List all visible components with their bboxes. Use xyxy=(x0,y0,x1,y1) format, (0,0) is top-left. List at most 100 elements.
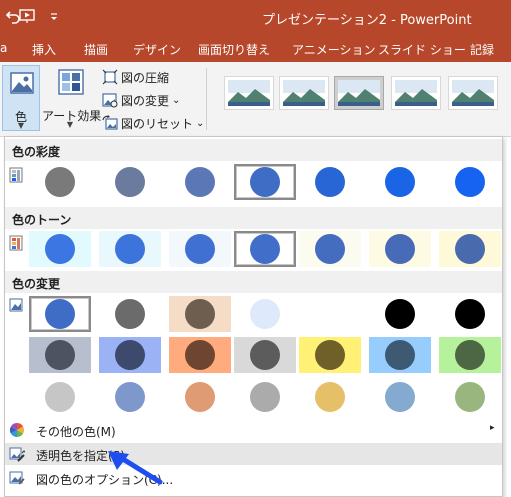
picture-style-thumbnail-selected[interactable] xyxy=(334,76,384,110)
tone-swatch[interactable] xyxy=(29,231,91,267)
swatch-color-circle xyxy=(315,299,345,329)
swatch-color-circle xyxy=(250,167,280,197)
ribbon: 色 ▼ アート効果 ▼ 図の圧縮 図の変更 ⌄ 図のリセット ⌄ xyxy=(0,62,511,137)
recolor-swatch[interactable] xyxy=(29,379,91,415)
swatch-color-circle xyxy=(45,234,75,264)
recolor-swatch[interactable] xyxy=(299,296,361,332)
picture-color-options-icon xyxy=(9,471,25,485)
ribbon-tabs: a 挿入 描画 デザイン 画面切り替え アニメーション スライド ショー 記録 xyxy=(0,34,511,62)
compress-pictures-button[interactable]: 図の圧縮 xyxy=(102,67,169,87)
recolor-swatch[interactable] xyxy=(169,379,231,415)
swatch-color-circle xyxy=(315,382,345,412)
swatch-color-circle xyxy=(315,340,345,370)
swatch-color-circle xyxy=(185,167,215,197)
chevron-down-icon: ▼ xyxy=(66,120,74,129)
recolor-swatch[interactable] xyxy=(169,296,231,332)
recolor-swatch[interactable] xyxy=(99,296,161,332)
tone-swatch[interactable] xyxy=(439,231,501,267)
saturation-swatch[interactable] xyxy=(99,164,161,200)
tab-insert[interactable]: 挿入 xyxy=(32,41,56,58)
color-dropdown-menu: 色の彩度 色のトーン 色の変更 その他の色(M) ▸ 透明色を指定(S) 図の色… xyxy=(4,136,503,497)
saturation-swatch[interactable] xyxy=(369,164,431,200)
saturation-swatch[interactable] xyxy=(234,164,296,200)
submenu-arrow-icon: ▸ xyxy=(490,423,495,433)
tab-transitions[interactable]: 画面切り替え xyxy=(198,41,270,58)
compress-pictures-icon xyxy=(102,69,118,85)
compress-pictures-label: 図の圧縮 xyxy=(121,70,170,85)
recolor-swatch[interactable] xyxy=(99,379,161,415)
set-transparent-color-menu-item[interactable]: 透明色を指定(S) xyxy=(5,443,502,465)
recolor-swatch[interactable] xyxy=(439,296,501,332)
saturation-swatch[interactable] xyxy=(439,164,501,200)
landscape-picture-icon xyxy=(452,80,494,106)
picture-style-thumbnail[interactable] xyxy=(391,76,441,110)
saturation-swatch[interactable] xyxy=(169,164,231,200)
swatch-color-circle xyxy=(115,340,145,370)
chevron-down-icon: ▼ xyxy=(17,121,25,130)
swatch-color-circle xyxy=(45,382,75,412)
tone-swatch[interactable] xyxy=(169,231,231,267)
swatch-color-circle xyxy=(315,167,345,197)
ribbon-separator xyxy=(206,68,207,130)
recolor-swatch[interactable] xyxy=(369,337,431,373)
tab-record[interactable]: 記録 xyxy=(470,41,494,58)
swatch-color-circle xyxy=(45,299,75,329)
swatch-color-circle xyxy=(455,234,485,264)
swatch-color-circle xyxy=(455,299,485,329)
swatch-color-circle xyxy=(250,299,280,329)
tab-file-partial[interactable]: a xyxy=(0,41,7,55)
section-header-recolor: 色の変更 xyxy=(5,271,502,293)
picture-style-thumbnail[interactable] xyxy=(224,76,274,110)
recolor-swatch[interactable] xyxy=(369,296,431,332)
recolor-swatch[interactable] xyxy=(29,296,91,332)
recolor-swatch[interactable] xyxy=(234,296,296,332)
color-saturation-icon xyxy=(9,167,23,183)
recolor-swatch[interactable] xyxy=(369,379,431,415)
swatch-color-circle xyxy=(455,382,485,412)
reset-picture-icon xyxy=(102,115,118,130)
title-bar: プレゼンテーション2 - PowerPoint xyxy=(0,0,511,34)
recolor-swatch[interactable] xyxy=(439,337,501,373)
reset-picture-button[interactable]: 図のリセット ⌄ xyxy=(102,113,204,133)
tone-swatch[interactable] xyxy=(369,231,431,267)
customize-qat-icon[interactable] xyxy=(49,8,59,24)
artistic-effects-button[interactable]: アート効果 ▼ xyxy=(42,65,101,131)
swatch-color-circle xyxy=(250,234,280,264)
start-slideshow-icon[interactable] xyxy=(19,8,35,24)
landscape-picture-icon xyxy=(228,80,270,106)
color-wheel-icon xyxy=(9,422,25,438)
tab-animations[interactable]: アニメーション xyxy=(292,41,376,58)
saturation-swatch[interactable] xyxy=(29,164,91,200)
recolor-swatch[interactable] xyxy=(299,379,361,415)
picture-style-thumbnail[interactable] xyxy=(279,76,329,110)
tone-swatch[interactable] xyxy=(234,231,296,267)
recolor-swatch[interactable] xyxy=(29,337,91,373)
change-picture-button[interactable]: 図の変更 ⌄ xyxy=(102,90,180,110)
swatch-color-circle xyxy=(45,167,75,197)
section-header-tone: 色のトーン xyxy=(5,207,502,229)
recolor-swatch[interactable] xyxy=(169,337,231,373)
tab-draw[interactable]: 描画 xyxy=(84,41,108,58)
tone-swatch[interactable] xyxy=(299,231,361,267)
annotation-arrow-icon xyxy=(108,451,163,485)
swatch-color-circle xyxy=(185,340,215,370)
recolor-swatch[interactable] xyxy=(439,379,501,415)
swatch-color-circle xyxy=(385,299,415,329)
tab-slideshow[interactable]: スライド ショー xyxy=(378,41,466,58)
artistic-effects-icon xyxy=(58,69,84,95)
recolor-swatch[interactable] xyxy=(99,337,161,373)
swatch-color-circle xyxy=(45,340,75,370)
more-colors-menu-item[interactable]: その他の色(M) ▸ xyxy=(5,419,502,441)
recolor-swatch[interactable] xyxy=(234,337,296,373)
swatch-color-circle xyxy=(115,382,145,412)
saturation-swatch[interactable] xyxy=(299,164,361,200)
color-button[interactable]: 色 ▼ xyxy=(2,65,40,131)
landscape-picture-icon xyxy=(395,80,437,106)
recolor-swatch[interactable] xyxy=(299,337,361,373)
picture-style-thumbnail[interactable] xyxy=(448,76,498,110)
recolor-swatch[interactable] xyxy=(234,379,296,415)
picture-color-options-menu-item[interactable]: 図の色のオプション(C)... xyxy=(5,467,502,489)
tone-swatch[interactable] xyxy=(99,231,161,267)
window-title: プレゼンテーション2 - PowerPoint xyxy=(262,13,472,28)
tab-design[interactable]: デザイン xyxy=(133,41,181,58)
